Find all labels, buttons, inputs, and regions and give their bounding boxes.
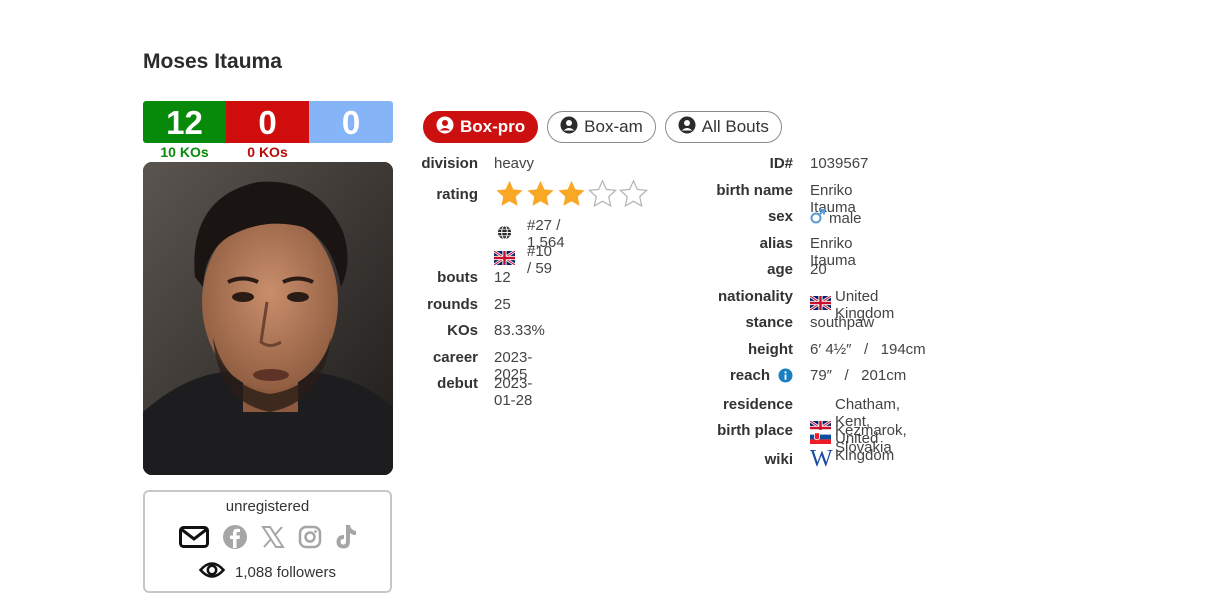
losses-count: 0 [226,101,309,143]
star-filled-icon [494,179,525,213]
losses-ko-count: 0 KOs [247,144,288,160]
residence-label: residence [722,396,793,413]
height-value: 6′ 4½″ / 194cm [810,341,926,358]
rounds-value: 25 [494,296,511,313]
star-filled-icon [556,179,587,213]
age-label: age [767,261,793,278]
uk-flag-icon [809,294,832,314]
envelope-icon[interactable] [178,526,209,548]
user-icon [560,116,578,139]
sex-value: male [810,208,862,228]
height-label: height [748,341,793,358]
id-label: ID# [769,155,793,172]
birth-place-label: birth place [717,422,793,439]
boxer-photo [143,162,393,475]
record-summary: 12 0 0 10 KOs 0 KOs [143,101,393,161]
tiktok-icon[interactable] [335,524,357,550]
star-empty-icon [587,179,618,213]
user-icon [436,116,454,139]
division-value: heavy [494,155,535,172]
x-icon[interactable] [260,525,285,549]
stance-label: stance [745,314,793,331]
globe-icon [497,224,512,244]
reach-value: 79″ / 201cm [810,367,907,384]
nationality-label: nationality [717,288,793,305]
wins-ko-count: 10 KOs [160,144,209,160]
male-icon [810,208,826,228]
age-value: 20 [810,261,827,278]
tab-box-am[interactable]: Box-am [547,111,656,143]
wins-count: 12 [143,101,226,143]
tab-all-bouts[interactable]: All Bouts [664,111,782,143]
instagram-icon[interactable] [298,525,322,549]
debut-value: 2023-01-28 [494,375,533,409]
kos-value: 83.33% [494,322,545,339]
rating-stars [494,179,649,213]
followers-count: 1,088 followers [235,563,336,581]
followers-row: 1,088 followers [145,560,390,584]
social-icons [145,524,390,550]
career-label: career [432,349,478,366]
boxer-name: Moses Itauma [143,50,282,73]
user-icon [678,116,696,139]
tab-box-pro[interactable]: Box-pro [423,111,539,143]
eye-icon [198,560,226,584]
birth-name-label: birth name [716,182,793,199]
rating-label: rating [436,186,478,203]
division-label: division [421,155,478,172]
alias-label: alias [759,235,793,252]
stance-value: southpaw [810,314,875,331]
debut-label: debut [437,375,478,392]
draws-count: 0 [309,101,393,143]
star-filled-icon [525,179,556,213]
wiki-label: wiki [764,451,793,468]
star-empty-icon [618,179,649,213]
reach-label: reach [729,367,770,384]
rounds-label: rounds [427,296,478,313]
sex-label: sex [767,208,793,225]
wikipedia-icon[interactable]: W [810,446,833,473]
bouts-value: 12 [494,269,511,286]
info-icon[interactable] [778,368,793,387]
kos-label: KOs [447,322,478,339]
social-panel: unregistered 1,088 followers [143,490,392,593]
facebook-icon[interactable] [222,524,248,550]
uk-flag-icon [493,249,516,269]
id-value: 1039567 [810,155,869,172]
bouts-label: bouts [437,269,478,286]
registration-status: unregistered [225,498,310,515]
record-tabs: Box-pro Box-am All Bouts [423,111,782,143]
